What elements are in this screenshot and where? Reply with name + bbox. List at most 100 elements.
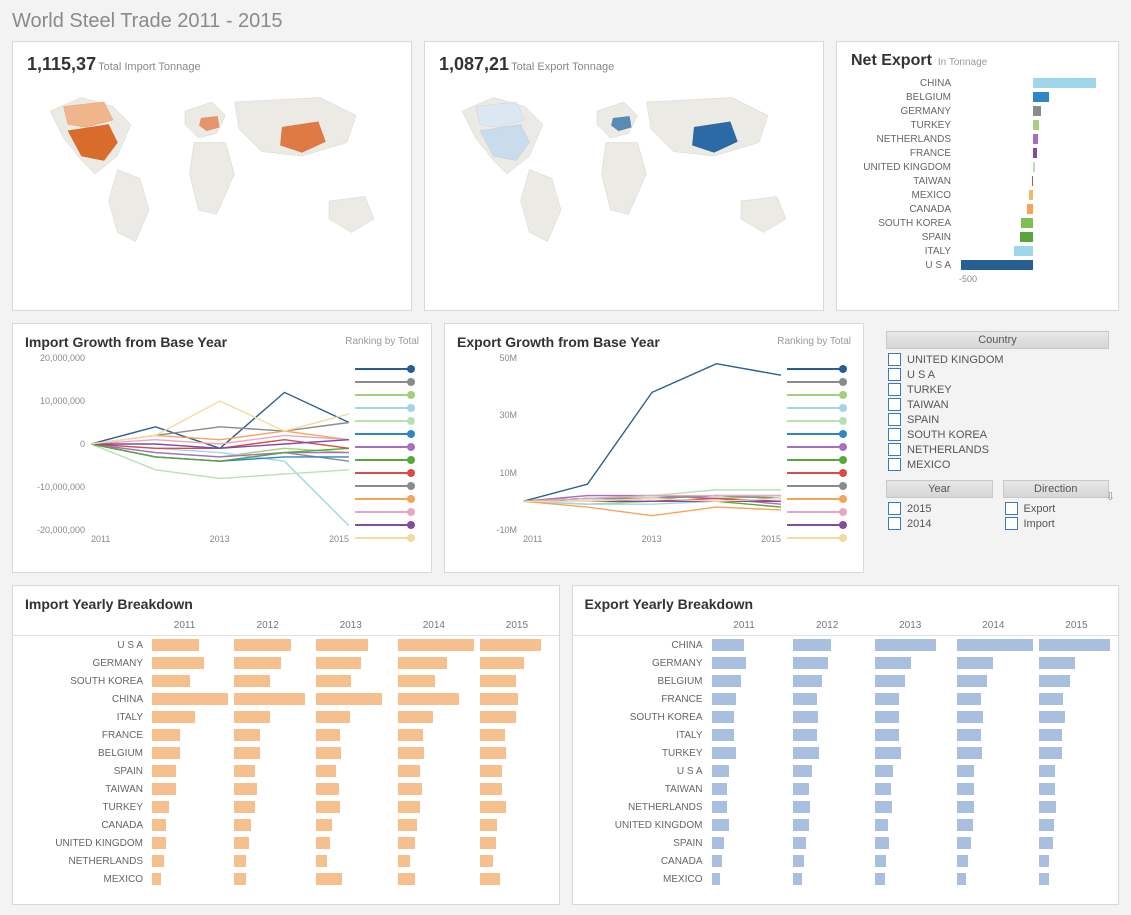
breakdown-row[interactable]: GERMANY xyxy=(13,654,559,672)
breakdown-row[interactable]: MEXICO xyxy=(573,870,1119,888)
legend-item[interactable] xyxy=(355,388,415,401)
breakdown-row[interactable]: BELGIUM xyxy=(573,672,1119,690)
breakdown-row[interactable]: TAIWAN xyxy=(573,780,1119,798)
country-filter-item[interactable]: SPAIN xyxy=(886,412,1109,427)
breakdown-row[interactable]: TURKEY xyxy=(573,744,1119,762)
checkbox-icon[interactable] xyxy=(888,458,901,471)
year-filter-item[interactable]: 2014 xyxy=(886,516,993,531)
breakdown-row[interactable]: ITALY xyxy=(573,726,1119,744)
breakdown-row[interactable]: CANADA xyxy=(573,852,1119,870)
legend-item[interactable] xyxy=(355,401,415,414)
net-export-row[interactable]: UNITED KINGDOM xyxy=(851,160,1104,174)
legend-item[interactable] xyxy=(355,518,415,531)
country-filter-item[interactable]: MEXICO xyxy=(886,457,1109,472)
net-export-chart[interactable]: CHINABELGIUMGERMANYTURKEYNETHERLANDSFRAN… xyxy=(851,76,1104,286)
net-export-row[interactable]: U S A xyxy=(851,258,1104,272)
legend-item[interactable] xyxy=(787,362,847,375)
net-export-row[interactable]: TURKEY xyxy=(851,118,1104,132)
breakdown-row[interactable]: NETHERLANDS xyxy=(13,852,559,870)
legend-item[interactable] xyxy=(787,414,847,427)
import-growth-chart[interactable]: 20,000,00010,000,0000-10,000,000-20,000,… xyxy=(25,358,419,548)
export-growth-chart[interactable]: 50M30M10M-10M201120132015 xyxy=(457,358,851,548)
breakdown-row[interactable]: U S A xyxy=(573,762,1119,780)
net-export-row[interactable]: BELGIUM xyxy=(851,90,1104,104)
breakdown-row[interactable]: BELGIUM xyxy=(13,744,559,762)
net-export-row[interactable]: CHINA xyxy=(851,76,1104,90)
legend-item[interactable] xyxy=(355,375,415,388)
breakdown-row[interactable]: UNITED KINGDOM xyxy=(573,816,1119,834)
breakdown-row[interactable]: SPAIN xyxy=(573,834,1119,852)
scroll-down-icon[interactable]: ⇩ xyxy=(1106,490,1115,503)
legend-item[interactable] xyxy=(787,531,847,544)
breakdown-row[interactable]: SOUTH KOREA xyxy=(573,708,1119,726)
direction-filter-item[interactable]: Import xyxy=(1003,516,1110,531)
breakdown-row[interactable]: GERMANY xyxy=(573,654,1119,672)
breakdown-row[interactable]: TURKEY xyxy=(13,798,559,816)
checkbox-icon[interactable] xyxy=(888,502,901,515)
breakdown-row[interactable]: NETHERLANDS xyxy=(573,798,1119,816)
legend-item[interactable] xyxy=(355,453,415,466)
net-export-row[interactable]: ITALY xyxy=(851,244,1104,258)
breakdown-row[interactable]: CHINA xyxy=(573,636,1119,654)
checkbox-icon[interactable] xyxy=(1005,517,1018,530)
checkbox-icon[interactable] xyxy=(888,413,901,426)
legend-item[interactable] xyxy=(787,479,847,492)
country-filter-item[interactable]: TURKEY xyxy=(886,382,1109,397)
net-export-row[interactable]: SOUTH KOREA xyxy=(851,216,1104,230)
country-filter-item[interactable]: U S A xyxy=(886,367,1109,382)
export-world-map[interactable] xyxy=(425,75,823,263)
breakdown-row[interactable]: TAIWAN xyxy=(13,780,559,798)
breakdown-row[interactable]: CHINA xyxy=(13,690,559,708)
net-export-row[interactable]: MEXICO xyxy=(851,188,1104,202)
checkbox-icon[interactable] xyxy=(888,353,901,366)
legend-item[interactable] xyxy=(355,362,415,375)
legend-item[interactable] xyxy=(787,427,847,440)
breakdown-row[interactable]: UNITED KINGDOM xyxy=(13,834,559,852)
legend-item[interactable] xyxy=(787,401,847,414)
net-export-row[interactable]: CANADA xyxy=(851,202,1104,216)
country-filter-item[interactable]: TAIWAN xyxy=(886,397,1109,412)
year-filter-header[interactable]: Year xyxy=(886,480,993,498)
legend-item[interactable] xyxy=(787,505,847,518)
checkbox-icon[interactable] xyxy=(888,383,901,396)
checkbox-icon[interactable] xyxy=(888,398,901,411)
legend-item[interactable] xyxy=(355,427,415,440)
breakdown-row[interactable]: MEXICO xyxy=(13,870,559,888)
breakdown-row[interactable]: FRANCE xyxy=(13,726,559,744)
breakdown-row[interactable]: SOUTH KOREA xyxy=(13,672,559,690)
legend-item[interactable] xyxy=(355,492,415,505)
legend-item[interactable] xyxy=(355,440,415,453)
breakdown-row[interactable]: FRANCE xyxy=(573,690,1119,708)
legend-item[interactable] xyxy=(355,466,415,479)
breakdown-row[interactable]: CANADA xyxy=(13,816,559,834)
legend-item[interactable] xyxy=(787,375,847,388)
breakdown-row[interactable]: SPAIN xyxy=(13,762,559,780)
legend-item[interactable] xyxy=(787,492,847,505)
country-filter-item[interactable]: NETHERLANDS xyxy=(886,442,1109,457)
direction-filter-item[interactable]: Export xyxy=(1003,501,1110,516)
legend-item[interactable] xyxy=(787,466,847,479)
checkbox-icon[interactable] xyxy=(888,368,901,381)
checkbox-icon[interactable] xyxy=(888,517,901,530)
checkbox-icon[interactable] xyxy=(888,428,901,441)
net-export-row[interactable]: TAIWAN xyxy=(851,174,1104,188)
legend-item[interactable] xyxy=(787,453,847,466)
country-filter-header[interactable]: Country xyxy=(886,331,1109,349)
legend-item[interactable] xyxy=(787,388,847,401)
export-breakdown-chart[interactable]: CHINAGERMANYBELGIUMFRANCESOUTH KOREAITAL… xyxy=(573,636,1119,888)
net-export-row[interactable]: FRANCE xyxy=(851,146,1104,160)
net-export-row[interactable]: NETHERLANDS xyxy=(851,132,1104,146)
breakdown-row[interactable]: ITALY xyxy=(13,708,559,726)
year-filter-item[interactable]: 2015 xyxy=(886,501,993,516)
legend-item[interactable] xyxy=(787,440,847,453)
import-breakdown-chart[interactable]: U S AGERMANYSOUTH KOREACHINAITALYFRANCEB… xyxy=(13,636,559,888)
net-export-row[interactable]: GERMANY xyxy=(851,104,1104,118)
net-export-row[interactable]: SPAIN xyxy=(851,230,1104,244)
direction-filter-header[interactable]: Direction xyxy=(1003,480,1110,498)
legend-item[interactable] xyxy=(355,505,415,518)
legend-item[interactable] xyxy=(355,414,415,427)
legend-item[interactable] xyxy=(355,479,415,492)
breakdown-row[interactable]: U S A xyxy=(13,636,559,654)
import-world-map[interactable] xyxy=(13,75,411,263)
legend-item[interactable] xyxy=(787,518,847,531)
